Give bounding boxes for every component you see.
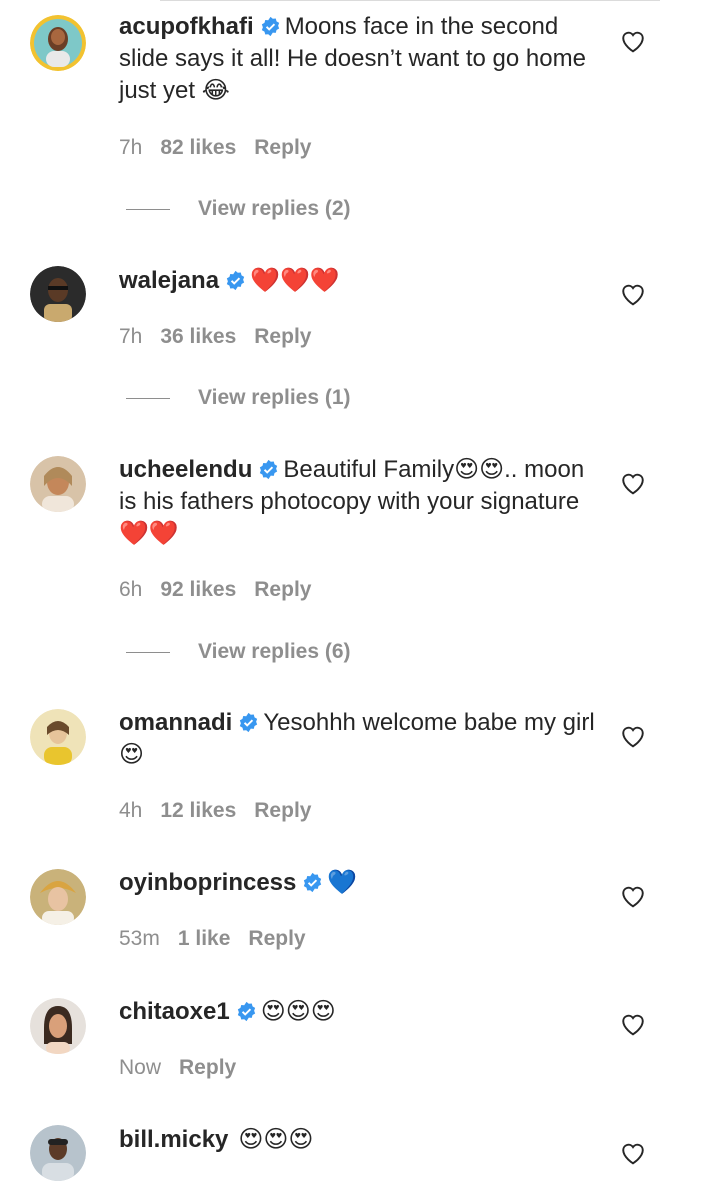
reply-button[interactable]: Reply [254, 325, 311, 348]
avatar[interactable] [30, 1125, 86, 1181]
comment-time: 7h [119, 325, 143, 348]
comment-time: 6h [119, 578, 143, 601]
avatar[interactable] [30, 869, 86, 925]
view-replies-button[interactable]: View replies (6) [126, 639, 351, 665]
comment-text: walejana ❤️❤️❤️ [119, 265, 599, 297]
heart-outline-icon[interactable] [620, 29, 646, 53]
avatar[interactable] [30, 709, 86, 765]
comment-username[interactable]: oyinboprincess [119, 869, 296, 896]
verified-badge-icon [238, 712, 259, 733]
comment-text: ucheelendu Beautiful Family😍😍.. moon is h… [119, 454, 599, 550]
comment-body: 😍😍😍 [260, 998, 336, 1025]
verified-badge-icon [236, 1001, 257, 1022]
comment-likes[interactable]: 1 like [178, 927, 231, 950]
top-divider [160, 0, 660, 1]
comment-username[interactable]: acupofkhafi [119, 13, 254, 40]
view-replies-button[interactable]: View replies (1) [126, 385, 351, 411]
view-replies-button[interactable]: View replies (2) [126, 196, 351, 222]
comment-time: Now [119, 1056, 162, 1079]
verified-badge-icon [260, 16, 281, 37]
verified-badge-icon [302, 872, 323, 893]
reply-button[interactable]: Reply [254, 136, 311, 159]
comment-text: chitaoxe1 😍😍😍 [119, 996, 599, 1028]
comment-body: 💙 [327, 869, 358, 896]
avatar[interactable] [30, 266, 86, 322]
view-replies-label: View replies (1) [198, 386, 351, 409]
comment-body: ❤️❤️❤️ [250, 267, 340, 294]
view-replies-line [126, 651, 170, 653]
comment-text: acupofkhafi Moons face in the second slid… [119, 11, 599, 107]
comment-time: 53m [119, 927, 160, 950]
comment-time: 4h [119, 799, 143, 822]
reply-button[interactable]: Reply [254, 799, 311, 822]
comment-body: 😍😍😍 [238, 1126, 314, 1153]
heart-outline-icon[interactable] [620, 282, 646, 306]
comment-text: omannadi Yesohhh welcome babe my girl 😍 [119, 707, 599, 771]
comment-username[interactable]: ucheelendu [119, 456, 252, 483]
reply-button[interactable]: Reply [248, 927, 305, 950]
comment-time: 7h [119, 136, 143, 159]
avatar[interactable] [30, 456, 86, 512]
heart-outline-icon[interactable] [620, 1012, 646, 1036]
heart-outline-icon[interactable] [620, 471, 646, 495]
heart-outline-icon[interactable] [620, 884, 646, 908]
comment-likes[interactable]: 82 likes [160, 136, 236, 159]
comment-username[interactable]: chitaoxe1 [119, 998, 230, 1025]
verified-badge-icon [258, 459, 279, 480]
avatar[interactable] [30, 15, 86, 71]
verified-badge-icon [225, 270, 246, 291]
comment-meta: 7h 36 likes Reply [119, 324, 329, 350]
comment-username[interactable]: omannadi [119, 709, 232, 736]
comment-username[interactable]: walejana [119, 267, 219, 294]
view-replies-label: View replies (6) [198, 640, 351, 663]
comment-text: bill.micky 😍😍😍 [119, 1124, 599, 1156]
avatar[interactable] [30, 998, 86, 1054]
comment-meta: Now Reply [119, 1055, 254, 1081]
reply-button[interactable]: Reply [179, 1056, 236, 1079]
heart-outline-icon[interactable] [620, 724, 646, 748]
heart-outline-icon[interactable] [620, 1141, 646, 1165]
comment-text: oyinboprincess 💙 [119, 867, 599, 899]
comment-likes[interactable]: 12 likes [160, 799, 236, 822]
comment-meta: 7h 82 likes Reply [119, 135, 329, 161]
comment-meta: 53m 1 like Reply [119, 926, 324, 952]
reply-button[interactable]: Reply [254, 578, 311, 601]
comment-meta: 4h 12 likes Reply [119, 798, 329, 824]
view-replies-line [126, 208, 170, 210]
comment-username[interactable]: bill.micky [119, 1126, 228, 1153]
view-replies-line [126, 397, 170, 399]
comment-likes[interactable]: 92 likes [160, 578, 236, 601]
view-replies-label: View replies (2) [198, 197, 351, 220]
comment-likes[interactable]: 36 likes [160, 325, 236, 348]
comment-meta: 6h 92 likes Reply [119, 577, 329, 603]
